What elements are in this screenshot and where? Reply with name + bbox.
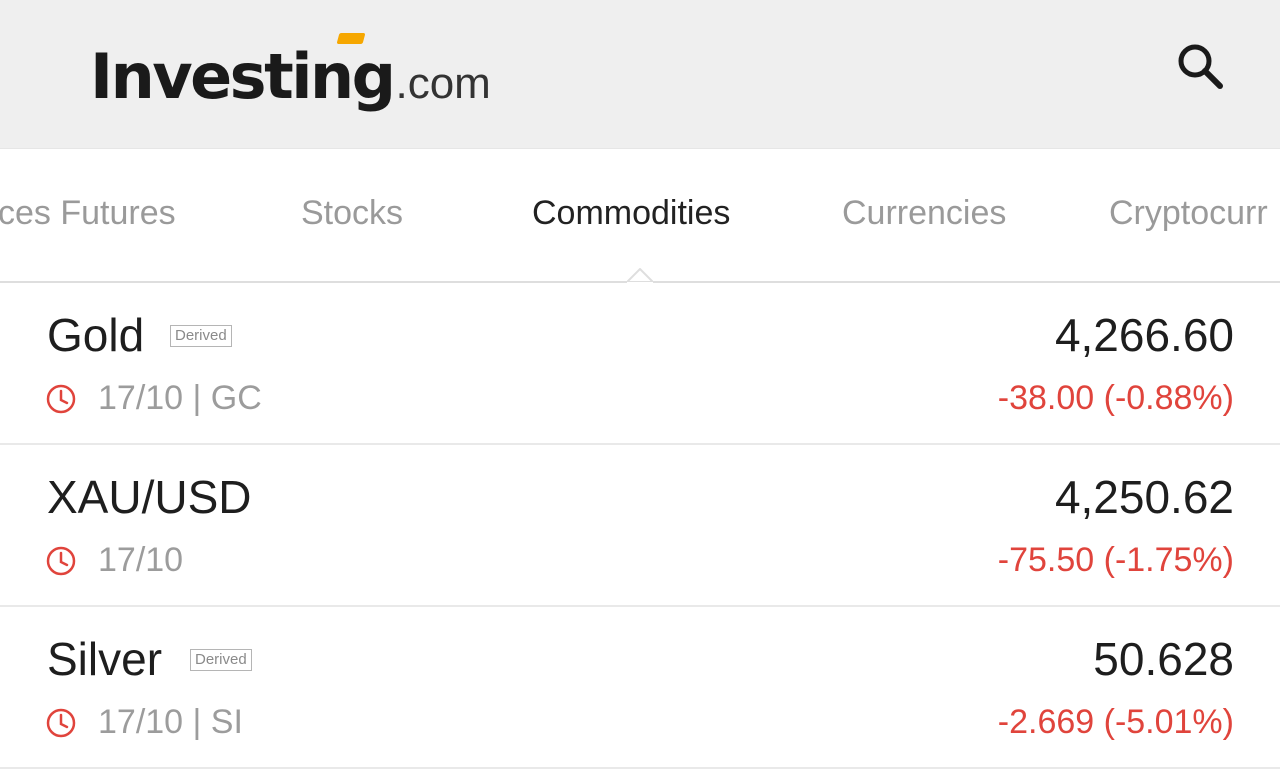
tab-currencies[interactable]: Currencies [842,194,1006,233]
instrument-change: -38.00 (-0.88%) [997,379,1234,417]
logo-suffix: .com [395,59,491,108]
logo-wordmark: Investing [90,40,396,113]
instrument-change: -2.669 (-5.01%) [997,703,1234,741]
instrument-change: -75.50 (-1.75%) [997,541,1234,579]
instrument-meta: 17/10 | GC [98,379,262,417]
clock-icon [46,384,76,414]
clock-icon [46,546,76,576]
logo-accent-mark [336,33,366,44]
instrument-meta: 17/10 [98,541,184,579]
instrument-name: XAU/USD [47,471,252,523]
tab-cryptocurrency[interactable]: Cryptocurr [1109,194,1268,233]
instrument-price: 50.628 [1093,633,1234,685]
investing-logo[interactable]: Investing .com [90,28,491,108]
tab-stocks[interactable]: Stocks [301,194,403,233]
instrument-list: Gold Derived 17/10 | GC 4,266.60 -38.00 … [0,283,1280,769]
tab-commodities[interactable]: Commodities [532,194,730,233]
derived-badge: Derived [170,325,232,347]
list-item-xau-usd[interactable]: XAU/USD 17/10 4,250.62 -75.50 (-1.75%) [0,445,1280,607]
instrument-name: Silver [47,633,163,685]
app-header: Investing .com [0,0,1280,148]
list-item-silver[interactable]: Silver Derived 17/10 | SI 50.628 -2.669 … [0,607,1280,769]
tab-indices-futures[interactable]: ces Futures [0,194,176,233]
search-button[interactable] [1172,38,1228,94]
instrument-name: Gold [47,309,145,361]
instrument-meta: 17/10 | SI [98,703,243,741]
instrument-price: 4,266.60 [1054,309,1234,361]
category-tabs: ces Futures Stocks Commodities Currencie… [0,148,1280,282]
search-icon [1178,44,1223,89]
list-item-gold[interactable]: Gold Derived 17/10 | GC 4,266.60 -38.00 … [0,283,1280,445]
derived-badge: Derived [190,649,252,671]
instrument-price: 4,250.62 [1054,471,1234,523]
clock-icon [46,708,76,738]
